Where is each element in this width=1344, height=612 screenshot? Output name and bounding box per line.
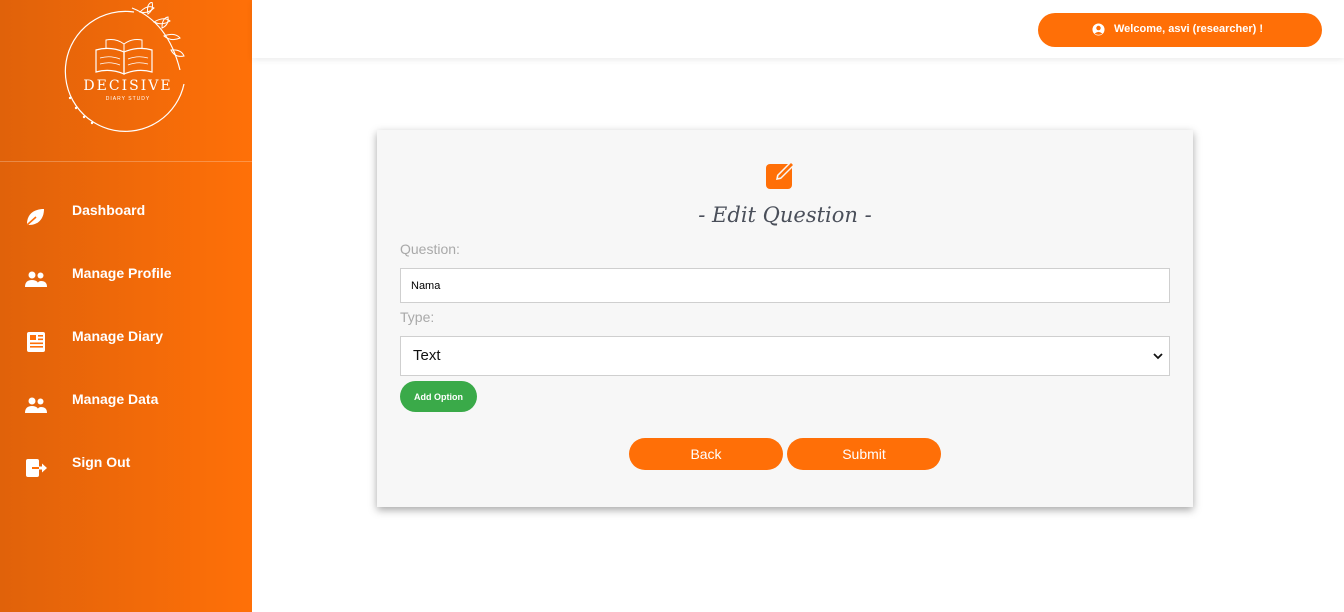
sidebar-item-manage-diary[interactable]: Manage Diary xyxy=(0,322,252,362)
users-icon xyxy=(25,271,47,287)
user-circle-icon xyxy=(1092,23,1105,36)
type-select-value: Text xyxy=(413,347,441,364)
question-label: Question: xyxy=(400,241,460,257)
logo-tagline: DIARY STUDY xyxy=(105,96,151,102)
sidebar-item-sign-out[interactable]: Sign Out xyxy=(0,448,252,488)
submit-button[interactable]: Submit xyxy=(787,438,941,470)
logo-emblem-icon xyxy=(64,2,185,132)
sidebar-item-label: Manage Data xyxy=(72,391,159,407)
edit-icon xyxy=(766,161,795,189)
chevron-down-icon xyxy=(1153,353,1163,360)
leaf-icon xyxy=(26,209,44,226)
question-input[interactable] xyxy=(400,268,1170,303)
logo-title: DECISIVE xyxy=(83,78,173,94)
sidebar-item-dashboard[interactable]: Dashboard xyxy=(0,196,252,236)
sidebar-item-manage-data[interactable]: Manage Data xyxy=(0,385,252,425)
type-select[interactable]: Text xyxy=(400,336,1170,376)
sidebar-item-manage-profile[interactable]: Manage Profile xyxy=(0,259,252,299)
page-title: - Edit Question - xyxy=(698,203,872,227)
logo: DECISIVE DIARY STUDY xyxy=(0,0,252,162)
top-bar: Welcome, asvi (researcher) ! xyxy=(252,0,1344,58)
edit-question-card: - Edit Question - Question: Type: Text A… xyxy=(377,130,1193,507)
users-icon xyxy=(25,397,47,413)
newspaper-icon xyxy=(27,332,45,352)
sidebar-item-label: Dashboard xyxy=(72,202,146,218)
welcome-text: Welcome, asvi (researcher) ! xyxy=(1114,23,1263,35)
type-label: Type: xyxy=(400,309,435,325)
sidebar-item-label: Sign Out xyxy=(72,454,131,470)
user-menu-button[interactable]: Welcome, asvi (researcher) ! xyxy=(1038,13,1322,47)
add-option-button[interactable]: Add Option xyxy=(400,381,477,412)
sidebar-item-label: Manage Profile xyxy=(72,265,172,281)
sidebar-item-label: Manage Diary xyxy=(72,328,164,344)
sidebar: DECISIVE DIARY STUDY Dashboard Manage Pr… xyxy=(0,0,252,612)
back-button[interactable]: Back xyxy=(629,438,783,470)
sign-out-icon xyxy=(26,459,47,477)
